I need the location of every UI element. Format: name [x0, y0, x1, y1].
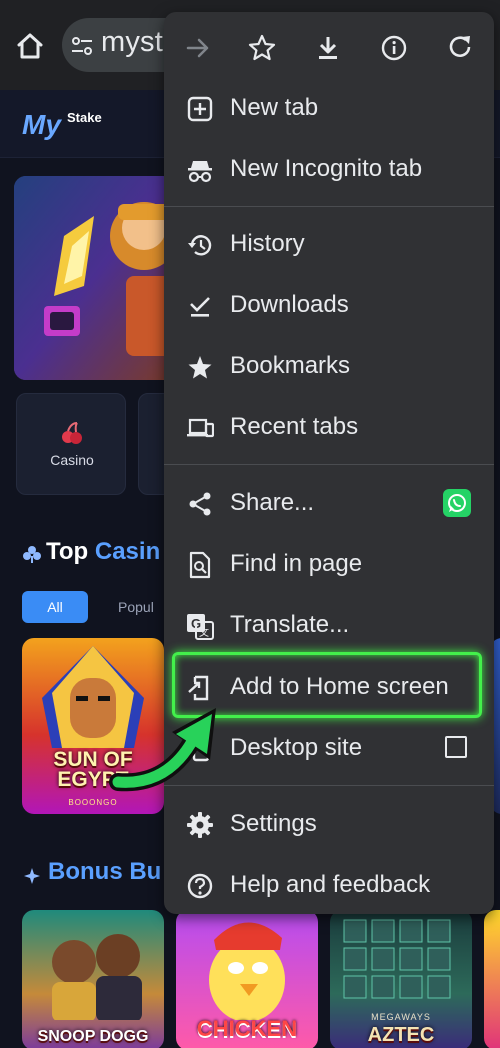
mystake-logo[interactable]: My Stake: [20, 104, 120, 142]
svg-text:文: 文: [199, 626, 209, 639]
find-in-page-icon: [189, 551, 211, 579]
menu-item-recent-tabs[interactable]: Recent tabs: [164, 397, 494, 458]
forward-icon[interactable]: [180, 30, 216, 66]
top-casino-heading: Top Casin: [46, 538, 160, 566]
menu-item-find-in-page[interactable]: Find in page: [164, 534, 494, 595]
home-icon[interactable]: [10, 26, 50, 66]
green-arrow-icon: [109, 708, 216, 792]
menu-label: Find in page: [230, 550, 363, 577]
bookmarks-star-icon: [188, 356, 212, 379]
sparkle-icon: [24, 868, 40, 884]
menu-label: Help and feedback: [230, 871, 431, 898]
menu-label: Share...: [230, 489, 315, 516]
game-card-chicken[interactable]: CHICKEN: [176, 910, 318, 1048]
game-title: CHICKEN: [196, 1016, 298, 1041]
game-subtitle: MEGAWAYS: [371, 1012, 431, 1022]
recent-tabs-icon: [187, 418, 214, 438]
translate-icon: G 文: [187, 614, 214, 640]
menu-label: New Incognito tab: [230, 155, 423, 182]
history-icon: [188, 235, 212, 256]
cherry-icon: [62, 422, 82, 444]
menu-label: Recent tabs: [230, 413, 359, 440]
help-icon: [187, 873, 213, 899]
menu-toolbar: [164, 12, 494, 82]
promo-banner[interactable]: [14, 176, 174, 380]
game-card-aztec[interactable]: MEGAWAYS AZTEC: [330, 910, 472, 1048]
menu-label: Translate...: [230, 611, 350, 638]
svg-text:My: My: [22, 109, 62, 140]
menu-item-share[interactable]: Share...: [164, 473, 494, 534]
menu-item-new-incognito-tab[interactable]: New Incognito tab: [164, 139, 494, 200]
chicken-artwork: [209, 922, 285, 1022]
menu-divider: [164, 206, 494, 207]
club-icon: [23, 546, 41, 563]
menu-item-history[interactable]: History: [164, 214, 494, 275]
download-icon[interactable]: [310, 30, 346, 66]
aztec-artwork: [343, 919, 451, 999]
menu-label: Downloads: [230, 291, 349, 318]
heading-prefix: Top: [46, 538, 95, 565]
refresh-icon[interactable]: [442, 30, 478, 66]
menu-item-settings[interactable]: Settings: [164, 794, 494, 855]
settings-gear-icon: [187, 812, 213, 838]
menu-label: History: [230, 230, 305, 257]
whatsapp-icon[interactable]: [443, 489, 471, 517]
incognito-icon: [188, 161, 212, 183]
address-bar-url[interactable]: myst: [101, 26, 163, 59]
svg-text:Stake: Stake: [67, 110, 102, 125]
game-title: AZTEC: [367, 1024, 435, 1046]
info-icon[interactable]: [376, 30, 412, 66]
desktop-site-checkbox[interactable]: [445, 736, 467, 758]
menu-label: New tab: [230, 94, 319, 121]
menu-label: Desktop site: [230, 734, 363, 761]
menu-item-downloads[interactable]: Downloads: [164, 275, 494, 336]
menu-label: Settings: [230, 810, 317, 837]
game-card-snoop-dogg[interactable]: SNOOP DOGG: [22, 910, 164, 1048]
star-icon[interactable]: [244, 30, 280, 66]
site-settings-icon[interactable]: [70, 34, 94, 58]
category-casino[interactable]: Casino: [16, 393, 126, 495]
share-icon: [189, 492, 211, 516]
game-card-partial[interactable]: [484, 910, 500, 1048]
promo-character-image: [14, 176, 174, 380]
bonus-buy-heading: Bonus Bu: [48, 858, 161, 886]
menu-divider: [164, 464, 494, 465]
heading-accent: Bonus Bu: [48, 858, 162, 885]
menu-item-translate[interactable]: G 文 Translate...: [164, 595, 494, 656]
snoop-artwork: [52, 934, 142, 1022]
menu-item-bookmarks[interactable]: Bookmarks: [164, 336, 494, 397]
category-label: Casino: [50, 452, 94, 468]
downloads-icon: [190, 297, 210, 317]
new-tab-icon: [187, 96, 213, 122]
menu-label: Bookmarks: [230, 352, 351, 379]
game-title: SNOOP DOGG: [37, 1028, 149, 1045]
heading-accent: Casin: [94, 538, 161, 565]
menu-item-new-tab[interactable]: New tab: [164, 78, 494, 139]
filter-chip-all[interactable]: All: [22, 591, 88, 623]
menu-item-help-and-feedback[interactable]: Help and feedback: [164, 855, 494, 916]
